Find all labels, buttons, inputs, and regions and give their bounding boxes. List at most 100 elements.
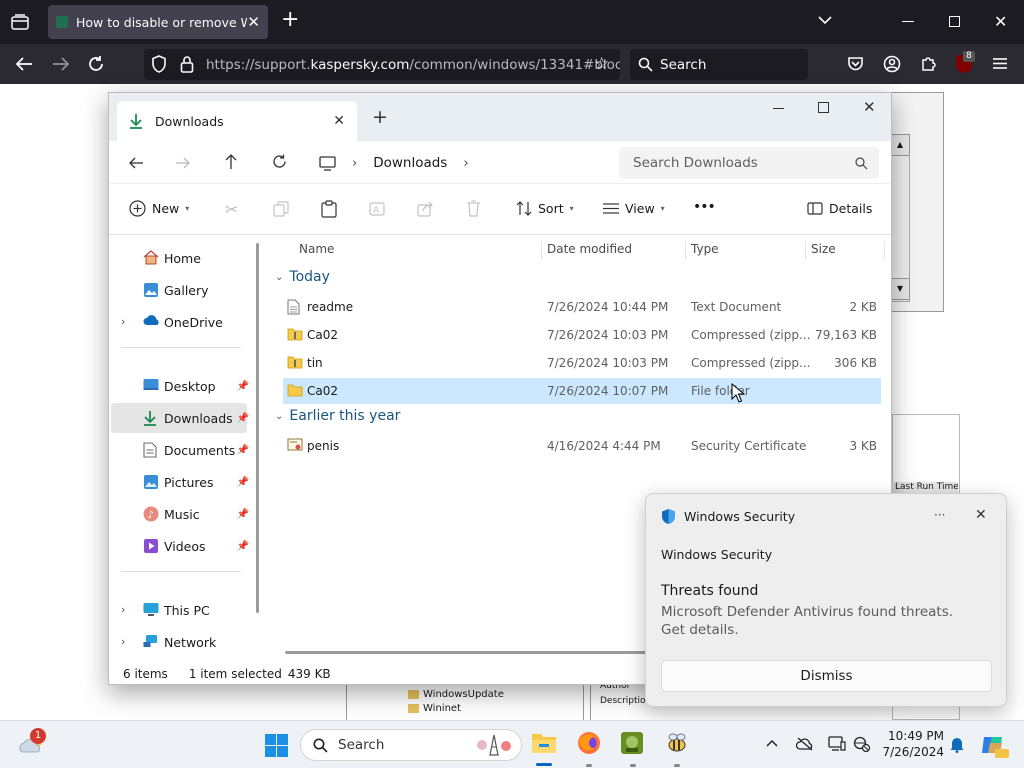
close-tab-icon[interactable]: ✕ (247, 13, 260, 31)
explorer-tab-downloads[interactable]: Downloads ✕ (117, 101, 357, 141)
group-header-today[interactable]: ⌄ Today (275, 269, 330, 285)
delete-icon[interactable] (466, 200, 481, 217)
paste-icon[interactable] (321, 200, 337, 218)
new-button[interactable]: New ▾ (129, 200, 189, 217)
dismiss-button[interactable]: Dismiss (661, 660, 992, 692)
show-hidden-icons-chevron-icon[interactable] (766, 739, 778, 747)
display-icon[interactable] (828, 736, 846, 752)
pin-icon[interactable]: 📌 (237, 509, 249, 520)
view-button[interactable]: View ▾ (603, 201, 665, 216)
new-tab-button[interactable]: + (281, 9, 299, 31)
column-header-name[interactable]: Name (299, 242, 334, 256)
chevron-right-icon[interactable]: › (121, 315, 125, 328)
nav-item-onedrive[interactable]: › OneDrive (111, 307, 247, 337)
pin-icon[interactable]: 📌 (237, 541, 249, 552)
pin-icon[interactable]: 📌 (237, 381, 249, 392)
nav-label: Network (164, 635, 217, 650)
nav-item-downloads[interactable]: Downloads 📌 (111, 403, 249, 433)
forward-arrow-icon[interactable] (52, 56, 70, 72)
back-arrow-icon[interactable] (15, 56, 33, 72)
nav-item-network[interactable]: › Network (111, 627, 247, 657)
notification-body[interactable]: Microsoft Defender Antivirus found threa… (661, 603, 961, 639)
chevron-right-icon[interactable]: › (121, 603, 125, 616)
lock-icon[interactable] (180, 55, 194, 73)
table-row[interactable]: penis 4/16/2024 4:44 PM Security Certifi… (283, 433, 881, 459)
cut-icon[interactable]: ✂ (225, 200, 238, 219)
tab-list-icon[interactable] (11, 14, 29, 30)
url-bar[interactable]: https://support. kaspersky.com/common/win… (144, 49, 620, 80)
refresh-icon[interactable] (272, 154, 287, 169)
table-row[interactable]: Ca02 7/26/2024 10:03 PM Compressed (zipp… (283, 322, 881, 348)
nav-item-music[interactable]: ♪ Music 📌 (111, 499, 249, 529)
close-notification-icon[interactable]: ✕ (975, 507, 987, 523)
network-status-icon[interactable] (853, 736, 871, 752)
search-downloads-placeholder: Search Downloads (633, 155, 758, 171)
table-row[interactable]: tin 7/26/2024 10:03 PM Compressed (zipp.… (283, 350, 881, 376)
maximize-icon[interactable] (818, 102, 829, 113)
navigation-pane-scrollbar[interactable] (256, 243, 259, 613)
search-downloads-input[interactable]: Search Downloads (619, 147, 879, 179)
bee-app-taskbar-icon[interactable] (664, 731, 690, 755)
horizontal-scrollbar[interactable] (285, 651, 665, 654)
column-header-date-modified[interactable]: Date modified (547, 242, 632, 256)
file-type: Compressed (zipp... (691, 356, 811, 370)
column-header-type[interactable]: Type (691, 242, 719, 256)
address-bar[interactable]: › Downloads › (319, 147, 609, 179)
see-more-button[interactable]: ••• (693, 199, 716, 215)
minimize-icon[interactable] (902, 21, 914, 22)
chevron-right-icon[interactable]: › (463, 156, 468, 171)
firefox-taskbar-icon[interactable] (577, 731, 601, 755)
extensions-puzzle-icon[interactable] (920, 55, 938, 73)
nav-item-gallery[interactable]: Gallery (111, 275, 247, 305)
system-clock[interactable]: 10:49 PM 7/26/2024 (880, 728, 944, 760)
browser-search-box[interactable]: Search (630, 49, 808, 80)
windows-start-icon[interactable] (265, 734, 288, 757)
back-arrow-icon[interactable] (128, 156, 144, 170)
file-explorer-taskbar-icon[interactable] (531, 731, 557, 755)
pin-icon[interactable]: 📌 (237, 413, 249, 424)
sort-button[interactable]: Sort ▾ (516, 201, 574, 216)
weather-notification-badge: 1 (30, 728, 46, 744)
chevron-right-icon[interactable]: › (121, 635, 125, 648)
pin-icon[interactable]: 📌 (237, 477, 249, 488)
nav-item-this-pc[interactable]: › This PC (111, 595, 247, 625)
close-window-icon[interactable]: ✕ (863, 98, 876, 116)
account-icon[interactable] (883, 55, 901, 73)
notification-more-options[interactable]: ··· (934, 508, 945, 522)
notification-bell-icon[interactable] (950, 736, 964, 753)
new-tab-button[interactable]: + (372, 107, 388, 127)
list-all-tabs-chevron-icon[interactable] (817, 14, 833, 26)
rename-icon[interactable]: A (369, 201, 385, 217)
details-pane-button[interactable]: Details (807, 201, 872, 216)
table-row[interactable]: readme 7/26/2024 10:44 PM Text Document … (283, 294, 881, 320)
onedrive-status-icon[interactable] (796, 737, 814, 751)
restore-icon[interactable] (949, 16, 960, 27)
forward-arrow-icon[interactable] (175, 156, 191, 170)
up-arrow-icon[interactable] (224, 153, 238, 170)
nav-item-videos[interactable]: Videos 📌 (111, 531, 249, 561)
nav-item-desktop[interactable]: Desktop 📌 (111, 371, 249, 401)
nav-item-home[interactable]: Home (111, 243, 247, 273)
column-header-size[interactable]: Size (811, 242, 836, 256)
search-highlight-paris-icon (474, 733, 514, 757)
close-tab-icon[interactable]: ✕ (333, 113, 345, 129)
share-icon[interactable] (417, 201, 433, 217)
minimize-icon[interactable] (773, 108, 784, 109)
breadcrumb-downloads[interactable]: Downloads (373, 155, 447, 171)
copy-icon[interactable] (273, 201, 289, 217)
bookmark-star-icon[interactable]: ☆ (594, 55, 609, 73)
search-icon[interactable] (855, 157, 868, 170)
nav-item-documents[interactable]: Documents 📌 (111, 435, 249, 465)
browser-tab-active[interactable]: How to disable or remove Windows ✕ (48, 5, 268, 39)
close-window-icon[interactable]: ✕ (994, 12, 1007, 31)
selected-count: 1 item selected (188, 667, 282, 681)
pin-icon[interactable]: 📌 (237, 445, 249, 456)
pocket-icon[interactable] (847, 56, 864, 72)
hamburger-menu-icon[interactable] (993, 57, 1007, 70)
table-row-selected[interactable]: Ca02 7/26/2024 10:07 PM File folder (283, 378, 881, 404)
nav-item-pictures[interactable]: Pictures 📌 (111, 467, 249, 497)
group-header-earlier-this-year[interactable]: ⌄ Earlier this year (275, 408, 400, 424)
reload-icon[interactable] (87, 55, 105, 73)
tracking-shield-icon[interactable] (151, 55, 167, 73)
game-app-taskbar-icon[interactable] (620, 731, 644, 755)
